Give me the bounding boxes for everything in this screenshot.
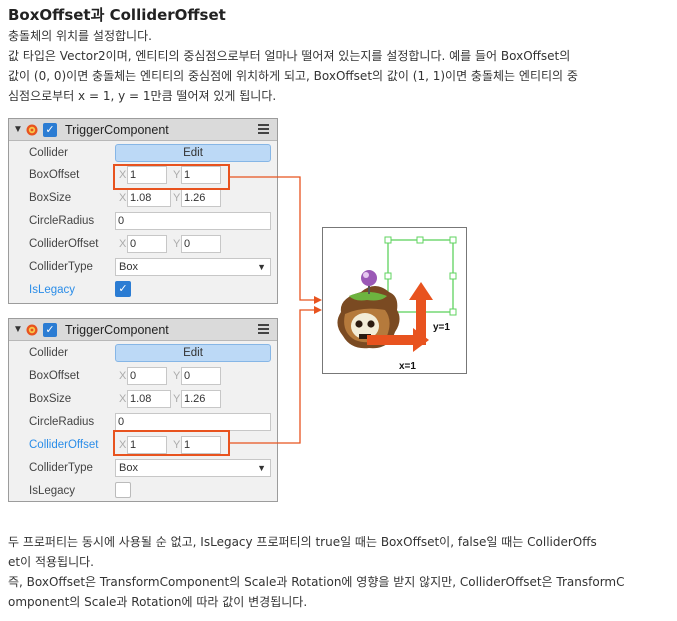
- connector-line-2: [230, 309, 318, 444]
- note-line-2: et이 적용됩니다.: [8, 555, 94, 569]
- note-line-3: 즉, BoxOffset은 TransformComponent의 Scale과…: [8, 575, 625, 589]
- note-line-4: omponent의 Scale과 Rotation에 따라 값이 변경됩니다.: [8, 595, 308, 609]
- connector-arrowhead-1: [314, 296, 322, 304]
- connector-arrowhead-2: [314, 306, 322, 314]
- connector-line-1: [230, 176, 318, 301]
- note-line-1: 두 프로퍼티는 동시에 사용될 순 없고, IsLegacy 프로퍼티의 tru…: [8, 535, 597, 549]
- x-offset-label: x=1: [399, 361, 416, 372]
- offset-preview: y=1 x=1: [322, 227, 467, 374]
- preview-canvas: y=1 x=1: [337, 236, 457, 372]
- note-paragraph: 두 프로퍼티는 동시에 사용될 순 없고, IsLegacy 프로퍼티의 tru…: [8, 532, 670, 612]
- y-offset-label: y=1: [433, 322, 450, 333]
